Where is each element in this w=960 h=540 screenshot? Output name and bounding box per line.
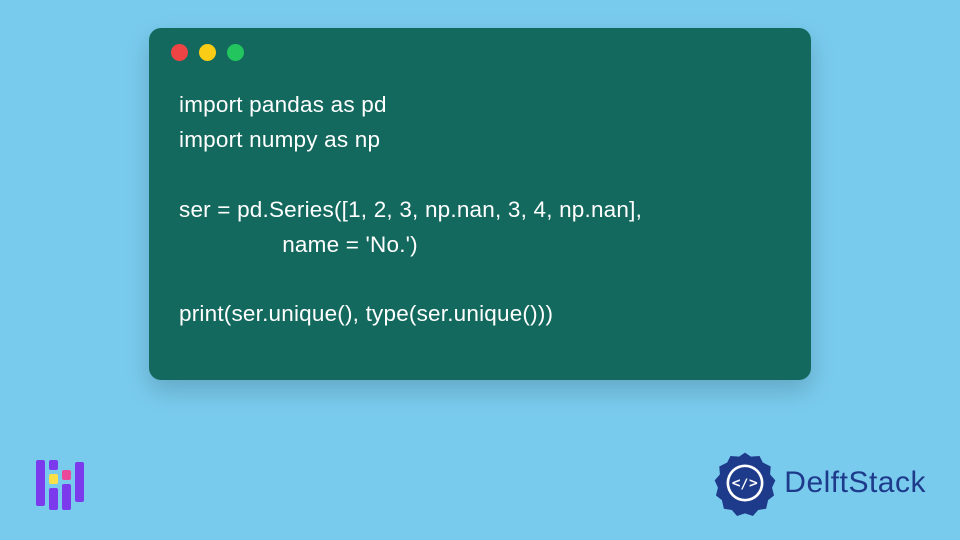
brand-logo: < / > DelftStack	[712, 450, 926, 516]
minimize-icon	[199, 44, 216, 61]
code-window: import pandas as pd import numpy as np s…	[149, 28, 811, 380]
svg-text:<: <	[732, 476, 741, 492]
code-line: name = 'No.')	[179, 232, 418, 257]
close-icon	[171, 44, 188, 61]
brand-name: DelftStack	[784, 466, 926, 500]
code-line: ser = pd.Series([1, 2, 3, np.nan, 3, 4, …	[179, 197, 642, 222]
code-line: import pandas as pd	[179, 92, 387, 117]
code-line: print(ser.unique(), type(ser.unique()))	[179, 301, 553, 326]
maximize-icon	[227, 44, 244, 61]
code-body: import pandas as pd import numpy as np s…	[149, 76, 811, 332]
code-line: import numpy as np	[179, 127, 380, 152]
svg-text:>: >	[749, 476, 758, 492]
window-titlebar	[149, 28, 811, 76]
gear-code-icon: < / >	[712, 450, 778, 516]
svg-text:/: /	[741, 477, 749, 492]
secondary-logo-icon	[36, 454, 94, 512]
